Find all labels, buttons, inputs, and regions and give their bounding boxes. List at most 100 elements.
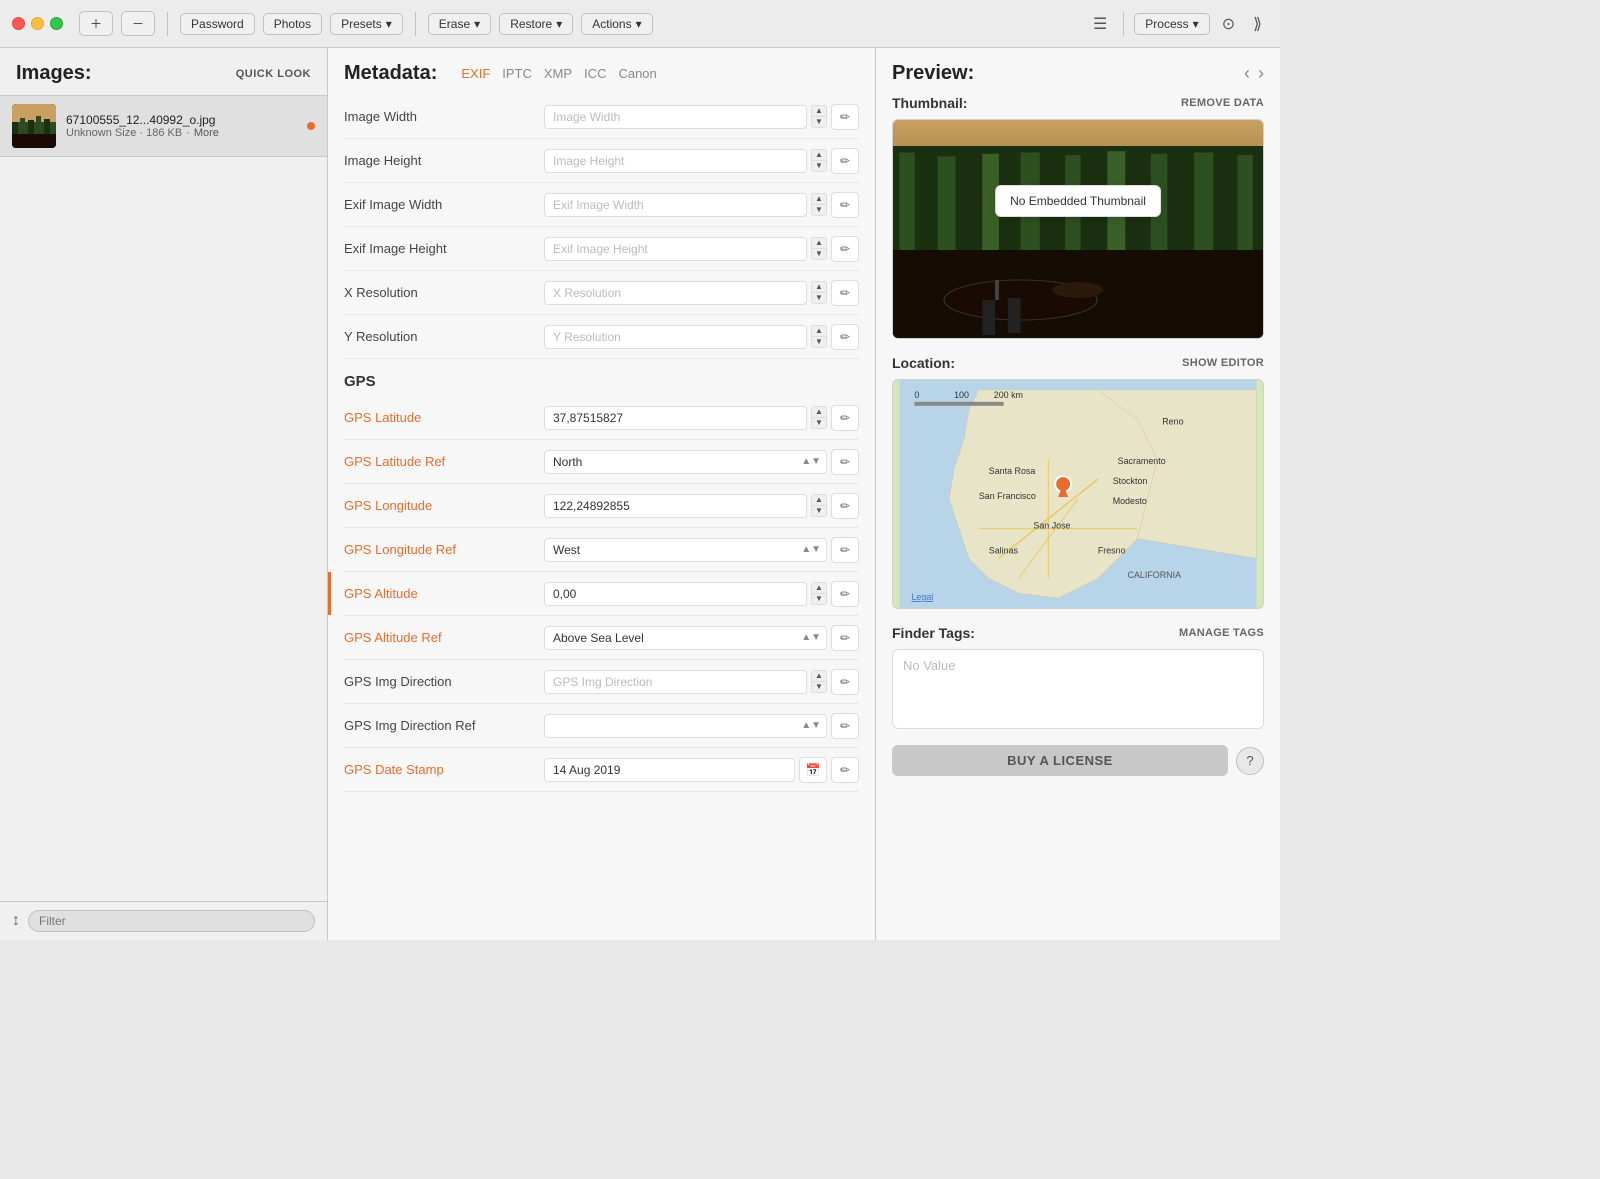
spinner-down-icon[interactable]: ▼ [812,682,826,692]
expand-icon[interactable]: ⟫ [1247,12,1268,36]
exif-image-width-input[interactable] [544,193,807,217]
gps-img-direction-ref-select[interactable] [544,714,827,738]
exif-image-height-edit-button[interactable]: ✏ [831,236,859,262]
gps-altitude-ref-edit-button[interactable]: ✏ [831,625,859,651]
gps-latitude-ref-edit-button[interactable]: ✏ [831,449,859,475]
gps-longitude-ref-edit-button[interactable]: ✏ [831,537,859,563]
image-height-input[interactable] [544,149,807,173]
image-height-spinner[interactable]: ▲ ▼ [811,149,827,172]
spinner-up-icon[interactable]: ▲ [812,407,826,418]
gps-img-direction-ref-edit-button[interactable]: ✏ [831,713,859,739]
more-options-icon[interactable]: ⊙ [1216,12,1241,36]
prev-arrow-button[interactable]: ‹ [1244,63,1250,84]
manage-tags-button[interactable]: MANAGE TAGS [1179,627,1264,639]
spinner-up-icon[interactable]: ▲ [812,671,826,682]
buy-license-button[interactable]: BUY A LICENSE [892,745,1228,776]
show-editor-button[interactable]: SHOW EDITOR [1182,357,1264,369]
image-height-edit-button[interactable]: ✏ [831,148,859,174]
calendar-icon[interactable]: 📅 [799,757,827,783]
spinner-down-icon[interactable]: ▼ [812,205,826,215]
tab-iptc[interactable]: IPTC [502,64,532,83]
gps-latitude-edit-button[interactable]: ✏ [831,405,859,431]
spinner-down-icon[interactable]: ▼ [812,117,826,127]
y-resolution-edit-button[interactable]: ✏ [831,324,859,350]
photos-button[interactable]: Photos [263,13,322,35]
gps-date-stamp-input[interactable] [544,758,795,782]
exif-image-height-spinner[interactable]: ▲ ▼ [811,237,827,260]
image-list-item[interactable]: 67100555_12...40992_o.jpg Unknown Size ·… [0,95,327,157]
image-width-input[interactable] [544,105,807,129]
gps-img-direction-edit-button[interactable]: ✏ [831,669,859,695]
gps-longitude-edit-button[interactable]: ✏ [831,493,859,519]
spinner-down-icon[interactable]: ▼ [812,418,826,428]
image-width-spinner[interactable]: ▲ ▼ [811,105,827,128]
gps-img-direction-input[interactable] [544,670,807,694]
exif-image-width-spinner[interactable]: ▲ ▼ [811,193,827,216]
y-resolution-spinner[interactable]: ▲ ▼ [811,325,827,348]
x-resolution-edit-button[interactable]: ✏ [831,280,859,306]
gps-date-stamp-edit-button[interactable]: ✏ [831,757,859,783]
spinner-up-icon[interactable]: ▲ [812,282,826,293]
erase-button[interactable]: Erase ▾ [428,13,491,35]
x-resolution-input[interactable] [544,281,807,305]
spinner-down-icon[interactable]: ▼ [812,594,826,604]
map-area[interactable]: 0 100 200 km Reno Santa Rosa Sacramento … [892,379,1264,609]
quick-look-button[interactable]: QUICK LOOK [236,68,311,80]
sort-icon[interactable]: ↕ [12,912,20,930]
spinner-up-icon[interactable]: ▲ [812,495,826,506]
spinner-up-icon[interactable]: ▲ [812,238,826,249]
spinner-down-icon[interactable]: ▼ [812,249,826,259]
gps-latitude-spinner[interactable]: ▲ ▼ [811,406,827,429]
sidebar: Images: QUICK LOOK 67100555_12...40992 [0,48,328,940]
gps-longitude-spinner[interactable]: ▲ ▼ [811,494,827,517]
more-link[interactable]: More [194,127,219,139]
minimize-button[interactable] [31,17,44,30]
x-resolution-spinner[interactable]: ▲ ▼ [811,281,827,304]
next-arrow-button[interactable]: › [1258,63,1264,84]
gps-altitude-ref-select[interactable]: Above Sea Level Below Sea Level [544,626,827,650]
gps-longitude-input[interactable] [544,494,807,518]
close-button[interactable] [12,17,25,30]
spinner-up-icon[interactable]: ▲ [812,150,826,161]
exif-image-width-edit-button[interactable]: ✏ [831,192,859,218]
gps-longitude-ref-select[interactable]: West East [544,538,827,562]
spinner-down-icon[interactable]: ▼ [812,161,826,171]
gps-altitude-input[interactable] [544,582,807,606]
remove-data-button[interactable]: REMOVE DATA [1181,97,1264,109]
spinner-up-icon[interactable]: ▲ [812,583,826,594]
spinner-up-icon[interactable]: ▲ [812,194,826,205]
restore-button[interactable]: Restore ▾ [499,13,573,35]
help-button[interactable]: ? [1236,747,1264,775]
y-resolution-input[interactable] [544,325,807,349]
tab-xmp[interactable]: XMP [544,64,572,83]
spinner-down-icon[interactable]: ▼ [812,506,826,516]
list-view-icon[interactable]: ☰ [1087,12,1113,36]
maximize-button[interactable] [50,17,63,30]
spinner-up-icon[interactable]: ▲ [812,106,826,117]
main-layout: Images: QUICK LOOK 67100555_12...40992 [0,48,1280,940]
gps-img-direction-spinner[interactable]: ▲ ▼ [811,670,827,693]
exif-image-height-input[interactable] [544,237,807,261]
gps-latitude-input[interactable] [544,406,807,430]
actions-button[interactable]: Actions ▾ [581,13,652,35]
presets-button[interactable]: Presets ▾ [330,13,403,35]
spinner-down-icon[interactable]: ▼ [812,293,826,303]
gps-latitude-ref-select[interactable]: North South [544,450,827,474]
sidebar-header: Images: QUICK LOOK [0,48,327,95]
gps-altitude-spinner[interactable]: ▲ ▼ [811,582,827,605]
image-width-edit-button[interactable]: ✏ [831,104,859,130]
minus-button[interactable]: － [121,11,155,36]
tags-area[interactable]: No Value [892,649,1264,729]
finder-tags-label: Finder Tags: [892,625,975,641]
exif-image-width-row: Exif Image Width ▲ ▼ ✏ [344,183,859,227]
filter-input[interactable] [28,910,315,932]
tab-canon[interactable]: Canon [618,64,656,83]
plus-button[interactable]: ＋ [79,11,113,36]
gps-altitude-edit-button[interactable]: ✏ [831,581,859,607]
tab-exif[interactable]: EXIF [461,64,490,83]
spinner-up-icon[interactable]: ▲ [812,326,826,337]
spinner-down-icon[interactable]: ▼ [812,337,826,347]
process-button[interactable]: Process ▾ [1134,13,1209,35]
tab-icc[interactable]: ICC [584,64,606,83]
password-button[interactable]: Password [180,13,255,35]
